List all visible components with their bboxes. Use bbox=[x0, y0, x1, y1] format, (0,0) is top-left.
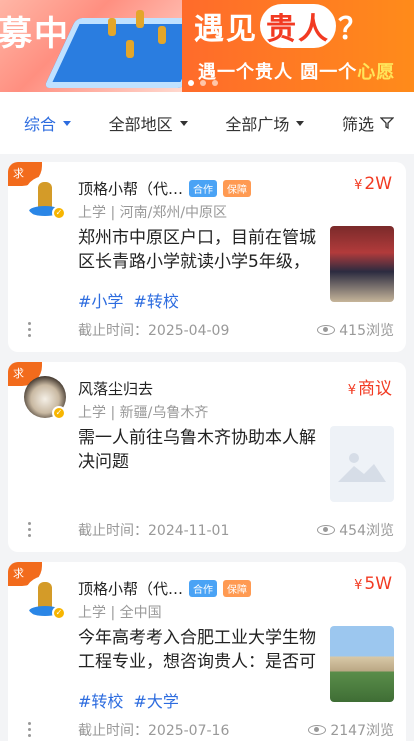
reward-price: ¥5W bbox=[354, 574, 392, 594]
verified-icon: ✓ bbox=[52, 606, 66, 620]
thumbnail-image[interactable] bbox=[330, 626, 394, 702]
banner-headline: 遇见 贵人？ bbox=[194, 4, 370, 48]
banner-left-slide: 募中 bbox=[0, 0, 217, 92]
user-name[interactable]: 风落尘归去 bbox=[78, 378, 153, 399]
thumbnail-image[interactable] bbox=[330, 226, 394, 302]
filter-label: 筛选 bbox=[341, 115, 374, 134]
more-vertical-icon[interactable] bbox=[28, 522, 32, 537]
more-vertical-icon[interactable] bbox=[28, 322, 32, 337]
carousel-dot[interactable] bbox=[212, 80, 218, 86]
topic-tag[interactable]: #大学 bbox=[133, 688, 178, 712]
eye-icon bbox=[317, 325, 336, 335]
request-card[interactable]: 求 ✓ 顶格小帮（代… 合作 保障 ¥2W 上学 | 河南/郑州/中原区 郑州市… bbox=[8, 162, 406, 352]
user-name[interactable]: 顶格小帮（代… bbox=[78, 578, 183, 599]
request-card[interactable]: 求 ✓ 风落尘归去 ¥ 商议 上学 | 新疆/乌鲁木齐 需一人前往乌鲁木齐协助本人… bbox=[8, 362, 406, 552]
reward-price: ¥2W bbox=[354, 174, 392, 194]
user-name[interactable]: 顶格小帮（代… bbox=[78, 178, 183, 199]
reward-price: ¥ 商议 bbox=[348, 374, 392, 399]
verified-icon: ✓ bbox=[52, 206, 66, 220]
banner-slogan-highlight: 心愿 bbox=[357, 62, 396, 83]
filter-comprehensive[interactable]: 综合 bbox=[24, 111, 72, 135]
deadline: 截止时间：2024-11-01 bbox=[78, 523, 230, 539]
request-description[interactable]: 需一人前往乌鲁木齐协助本人解决问题 bbox=[78, 426, 328, 474]
view-count: 415浏览 bbox=[317, 320, 394, 340]
request-description[interactable]: 郑州市中原区户口，目前在管城区长青路小学就读小学5年级，希… bbox=[78, 226, 328, 274]
topic-tag[interactable]: #小学 bbox=[78, 288, 123, 312]
figure-icon bbox=[108, 18, 116, 36]
category-location: 上学 | 新疆/乌鲁木齐 bbox=[78, 405, 209, 421]
banner-slogan: 遇一个贵人 圆一个心愿 bbox=[198, 58, 395, 84]
caret-down-icon bbox=[63, 120, 72, 126]
price-value: 2W bbox=[364, 174, 392, 194]
price-value: 5W bbox=[364, 574, 392, 594]
image-placeholder-svg bbox=[338, 453, 386, 482]
figure-icon bbox=[136, 10, 144, 28]
caret-down-icon bbox=[179, 120, 188, 126]
category-location: 上学 | 河南/郑州/中原区 bbox=[78, 205, 228, 221]
more-vertical-icon[interactable] bbox=[28, 722, 32, 737]
tag-cooperate: 合作 bbox=[189, 580, 218, 597]
request-card[interactable]: 求 ✓ 顶格小帮（代… 合作 保障 ¥5W 上学 | 全中国 今年高考考入合肥工… bbox=[8, 562, 406, 741]
eye-icon bbox=[317, 525, 336, 535]
carousel-dot[interactable] bbox=[200, 80, 206, 86]
view-count: 454浏览 bbox=[317, 520, 394, 540]
carousel-dots[interactable] bbox=[188, 80, 218, 86]
eye-icon bbox=[308, 725, 327, 735]
views-label: 454浏览 bbox=[339, 523, 394, 539]
banner-slogan-part: 遇一个贵人 圆一个 bbox=[198, 62, 358, 83]
carousel-dot[interactable] bbox=[188, 80, 194, 86]
currency-symbol: ¥ bbox=[354, 178, 363, 193]
filter-plaza[interactable]: 全部广场 bbox=[225, 111, 305, 135]
banner-left-text: 募中 bbox=[0, 14, 70, 54]
filter-region[interactable]: 全部地区 bbox=[109, 111, 188, 135]
filter-bar: 综合 全部地区 全部广场 筛选 bbox=[0, 92, 414, 154]
caret-down-icon bbox=[296, 120, 305, 126]
currency-symbol: ¥ bbox=[347, 383, 356, 398]
filter-label: 全部地区 bbox=[108, 115, 173, 134]
tag-guarantee: 保障 bbox=[223, 580, 252, 597]
filter-label: 全部广场 bbox=[225, 115, 290, 134]
topic-tag[interactable]: #转校 bbox=[133, 288, 178, 312]
name-row: 风落尘归去 bbox=[78, 378, 153, 399]
topic-tag[interactable]: #转校 bbox=[78, 688, 123, 712]
tag-guarantee: 保障 bbox=[223, 180, 252, 197]
name-row: 顶格小帮（代… 合作 保障 bbox=[78, 578, 252, 599]
figure-icon bbox=[158, 26, 166, 44]
funnel-icon bbox=[379, 117, 394, 129]
banner-headline-part: ？ bbox=[338, 12, 370, 47]
filter-label: 综合 bbox=[24, 115, 57, 134]
views-label: 2147浏览 bbox=[330, 723, 394, 739]
banner-right-slide: 遇见 贵人？ 遇一个贵人 圆一个心愿 bbox=[182, 0, 414, 92]
banner[interactable]: 募中 遇见 贵人？ 遇一个贵人 圆一个心愿 bbox=[0, 0, 414, 92]
category-location: 上学 | 全中国 bbox=[78, 605, 162, 621]
request-list: 求 ✓ 顶格小帮（代… 合作 保障 ¥2W 上学 | 河南/郑州/中原区 郑州市… bbox=[0, 154, 414, 741]
deadline: 截止时间：2025-07-16 bbox=[78, 723, 230, 739]
banner-headline-part: 遇见 bbox=[194, 12, 258, 47]
price-value: 商议 bbox=[358, 379, 392, 399]
name-row: 顶格小帮（代… 合作 保障 bbox=[78, 178, 252, 199]
deadline: 截止时间：2025-04-09 bbox=[78, 323, 230, 339]
tag-cooperate: 合作 bbox=[189, 180, 218, 197]
currency-symbol: ¥ bbox=[354, 578, 363, 593]
image-placeholder-icon bbox=[330, 426, 394, 502]
verified-icon: ✓ bbox=[52, 406, 66, 420]
request-description[interactable]: 今年高考考入合肥工业大学生物工程专业，想咨询贵人：是否可以… bbox=[78, 626, 328, 674]
figure-icon bbox=[126, 40, 134, 58]
views-label: 415浏览 bbox=[339, 323, 394, 339]
filter-button[interactable]: 筛选 bbox=[342, 111, 394, 135]
view-count: 2147浏览 bbox=[308, 720, 394, 740]
topic-list: #转校 #大学 bbox=[78, 688, 179, 712]
banner-headline-pill: 贵人 bbox=[260, 4, 336, 48]
topic-list: #小学 #转校 bbox=[78, 288, 179, 312]
